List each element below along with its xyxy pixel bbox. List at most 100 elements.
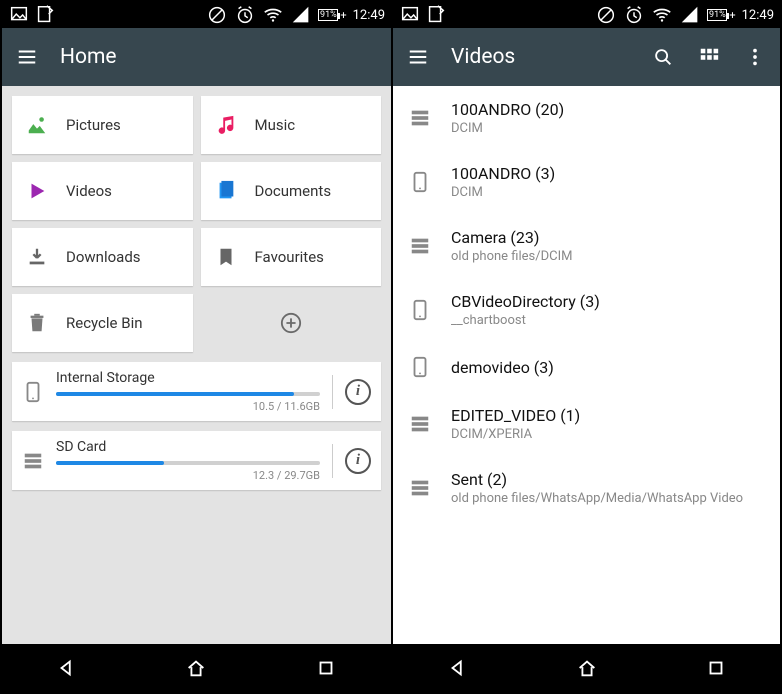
signal-icon xyxy=(679,4,701,26)
item-name: EDITED_VIDEO (1) xyxy=(451,406,580,425)
view-grid-button[interactable] xyxy=(698,46,720,68)
nav-home-button[interactable] xyxy=(576,657,598,679)
navbar xyxy=(2,644,391,692)
storage-bar xyxy=(56,461,320,465)
phone-icon xyxy=(409,299,431,321)
item-path: old phone files/WhatsApp/Media/WhatsApp … xyxy=(451,491,743,506)
item-name: Camera (23) xyxy=(451,228,573,247)
appbar-home: Home xyxy=(2,28,391,86)
storage-icon xyxy=(409,107,431,129)
notif-edit-icon xyxy=(34,4,56,26)
battery-percent: 91% xyxy=(318,9,338,21)
trash-icon xyxy=(26,312,48,334)
tile-label: Videos xyxy=(66,182,112,200)
clock: 12:49 xyxy=(353,8,385,23)
tile-pictures[interactable]: Pictures xyxy=(12,96,193,154)
home-content: Pictures Music Videos Documents Download… xyxy=(2,86,391,644)
list-item[interactable]: 100ANDRO (20) DCIM xyxy=(393,86,780,150)
documents-icon xyxy=(215,180,237,202)
more-button[interactable] xyxy=(744,46,766,68)
tile-label: Pictures xyxy=(66,116,121,134)
list-item[interactable]: 100ANDRO (3) DCIM xyxy=(393,150,780,214)
phone-icon xyxy=(22,381,44,403)
phone-icon xyxy=(409,171,431,193)
list-item[interactable]: EDITED_VIDEO (1) DCIM/XPERIA xyxy=(393,392,780,456)
navbar xyxy=(393,644,780,692)
tile-add[interactable] xyxy=(201,294,382,352)
list-item[interactable]: Sent (2) old phone files/WhatsApp/Media/W… xyxy=(393,456,780,520)
phone-home: 91%+ 12:49 Home Pictures Music Videos xyxy=(2,2,391,692)
info-button[interactable]: i xyxy=(345,379,371,405)
storage-size: 12.3 / 29.7GB xyxy=(56,469,320,482)
wifi-icon xyxy=(651,4,673,26)
clock: 12:49 xyxy=(742,8,774,23)
hamburger-icon[interactable] xyxy=(407,46,429,68)
nav-recent-button[interactable] xyxy=(705,657,727,679)
nav-home-button[interactable] xyxy=(185,657,207,679)
tile-recycle-bin[interactable]: Recycle Bin xyxy=(12,294,193,352)
alarm-icon xyxy=(234,4,256,26)
tile-documents[interactable]: Documents xyxy=(201,162,382,220)
hamburger-icon[interactable] xyxy=(16,46,38,68)
page-title: Videos xyxy=(451,45,515,69)
tile-videos[interactable]: Videos xyxy=(12,162,193,220)
notif-edit-icon xyxy=(425,4,447,26)
appbar-videos: Videos xyxy=(393,28,780,86)
notif-image-icon xyxy=(399,4,421,26)
alarm-icon xyxy=(623,4,645,26)
storage-icon xyxy=(409,413,431,435)
bookmark-icon xyxy=(215,246,237,268)
storage-icon xyxy=(22,450,44,472)
storage-size: 10.5 / 11.6GB xyxy=(56,400,320,413)
item-name: 100ANDRO (20) xyxy=(451,100,564,119)
battery-indicator: 91%+ xyxy=(707,9,735,22)
download-icon xyxy=(26,246,48,268)
tile-label: Favourites xyxy=(255,248,324,266)
list-item[interactable]: demovideo (3) xyxy=(393,342,780,392)
nav-recent-button[interactable] xyxy=(315,657,337,679)
plus-circle-icon xyxy=(280,312,302,334)
storage-label: Internal Storage xyxy=(56,370,320,386)
search-button[interactable] xyxy=(652,46,674,68)
item-path: DCIM xyxy=(451,121,564,136)
status-bar: 91%+ 12:49 xyxy=(393,2,780,28)
nav-back-button[interactable] xyxy=(447,657,469,679)
item-path: old phone files/DCIM xyxy=(451,249,573,264)
battery-percent: 91% xyxy=(707,9,727,21)
storage-icon xyxy=(409,235,431,257)
item-name: Sent (2) xyxy=(451,470,743,489)
storage-internal[interactable]: Internal Storage 10.5 / 11.6GB i xyxy=(12,362,381,421)
status-bar: 91%+ 12:49 xyxy=(2,2,391,28)
storage-sdcard[interactable]: SD Card 12.3 / 29.7GB i xyxy=(12,431,381,490)
videos-list: 100ANDRO (20) DCIM 100ANDRO (3) DCIM Camera … xyxy=(393,86,780,644)
phone-videos: 91%+ 12:49 Videos 100ANDRO (20)DCIM100AN… xyxy=(391,2,780,692)
item-name: 100ANDRO (3) xyxy=(451,164,555,183)
battery-indicator: 91%+ xyxy=(318,9,346,22)
tile-favourites[interactable]: Favourites xyxy=(201,228,382,286)
notif-image-icon xyxy=(8,4,30,26)
phone-icon xyxy=(409,356,431,378)
page-title: Home xyxy=(60,45,117,69)
tile-music[interactable]: Music xyxy=(201,96,382,154)
no-disturb-icon xyxy=(595,4,617,26)
nav-back-button[interactable] xyxy=(56,657,78,679)
tile-label: Recycle Bin xyxy=(66,314,143,332)
info-button[interactable]: i xyxy=(345,448,371,474)
item-path: DCIM/XPERIA xyxy=(451,427,580,442)
item-path: DCIM xyxy=(451,185,555,200)
tile-downloads[interactable]: Downloads xyxy=(12,228,193,286)
item-name: CBVideoDirectory (3) xyxy=(451,292,600,311)
tile-label: Documents xyxy=(255,182,332,200)
tile-label: Downloads xyxy=(66,248,141,266)
storage-label: SD Card xyxy=(56,439,320,455)
storage-icon xyxy=(409,477,431,499)
list-item[interactable]: Camera (23) old phone files/DCIM xyxy=(393,214,780,278)
wifi-icon xyxy=(262,4,284,26)
pictures-icon xyxy=(26,114,48,136)
list-item[interactable]: CBVideoDirectory (3) __chartboost xyxy=(393,278,780,342)
music-icon xyxy=(215,114,237,136)
tile-label: Music xyxy=(255,116,296,134)
item-path: __chartboost xyxy=(451,313,600,328)
storage-bar xyxy=(56,392,320,396)
item-name: demovideo (3) xyxy=(451,358,554,377)
